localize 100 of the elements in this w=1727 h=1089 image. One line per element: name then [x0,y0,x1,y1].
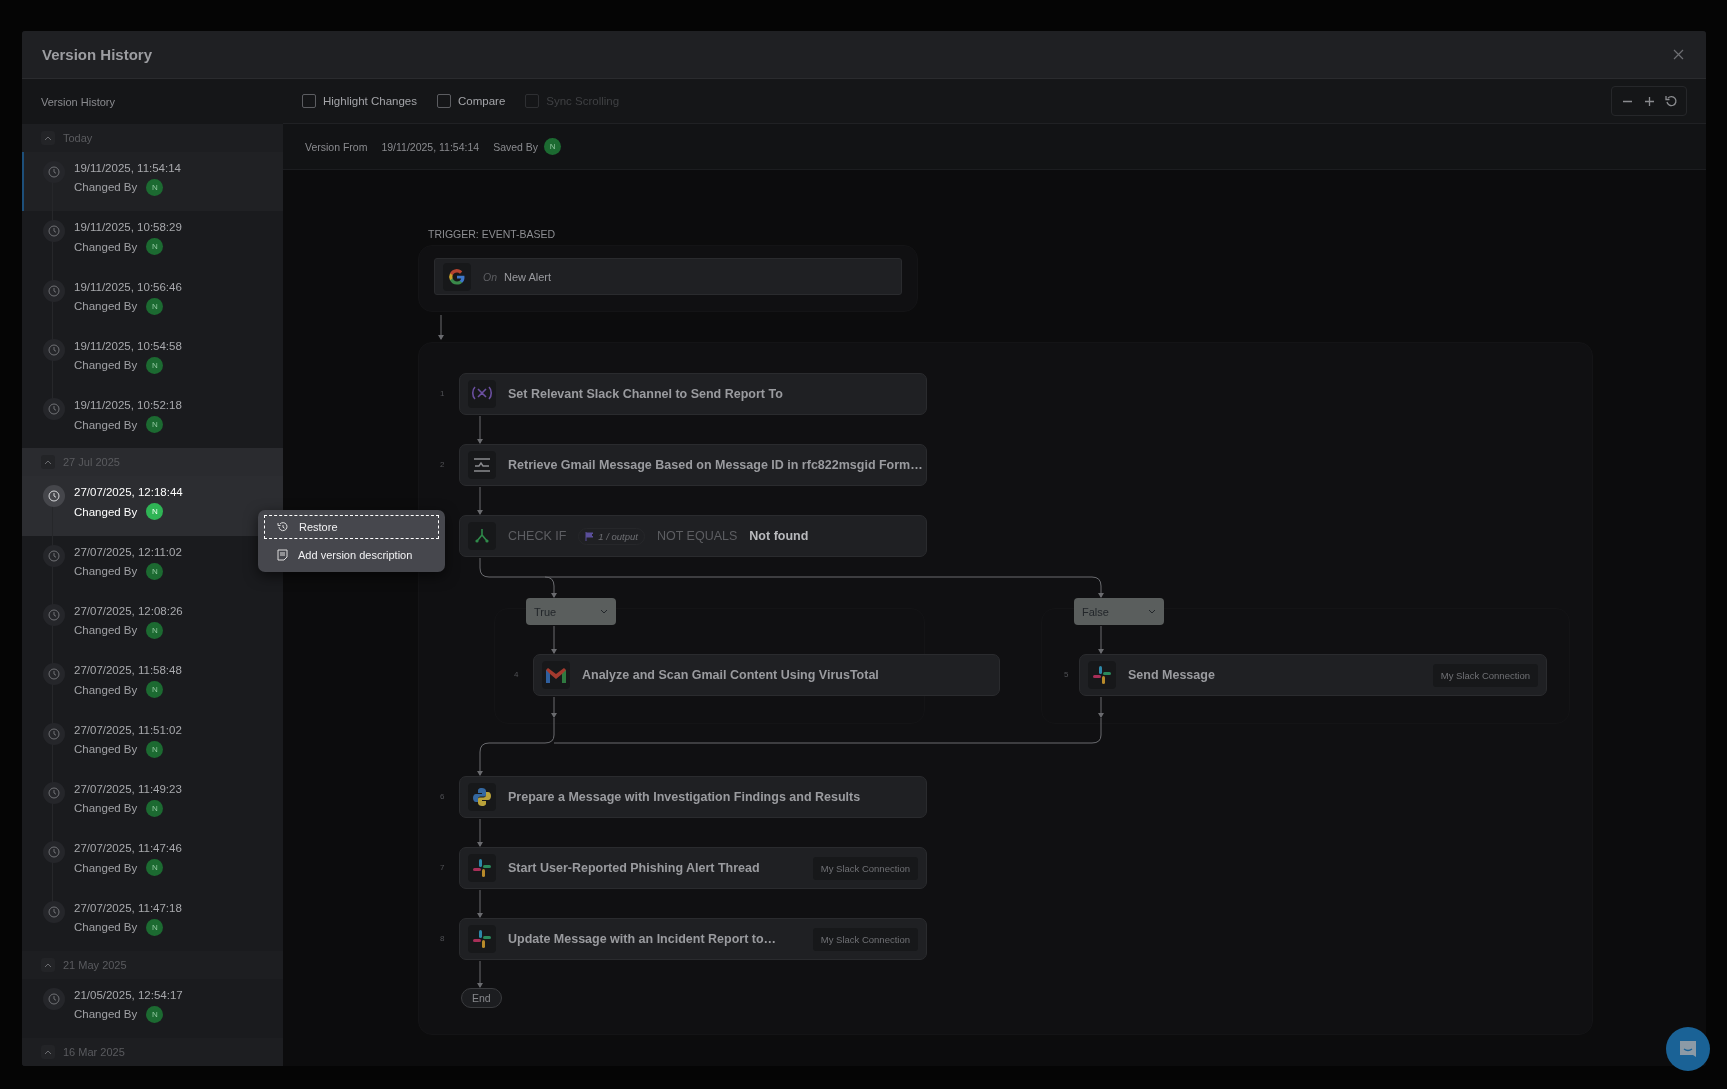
clock-icon [43,722,65,745]
connector-arrow [477,486,483,515]
flag-icon [585,531,595,541]
version-item[interactable]: 27/07/2025, 11:49:23 Changed By N [22,772,283,833]
plus-icon [1643,95,1655,107]
clock-icon [43,900,65,923]
user-avatar: N [146,238,164,256]
clock-icon [43,841,65,864]
trigger-node[interactable]: On New Alert [434,258,902,295]
user-avatar: N [146,621,164,639]
connector-arrow [477,818,483,847]
clock-icon [43,398,65,421]
workflow-step[interactable]: Update Message with an Incident Report to… My Slack Connection [459,918,927,960]
toolbar-checkbox[interactable]: Compare [437,94,506,108]
version-item[interactable]: 27/07/2025, 11:47:46 Changed By N [22,832,283,892]
condition-value: Not found [749,529,810,543]
version-timestamp: 27/07/2025, 11:58:48 [74,664,182,677]
step-title: Set Relevant Slack Channel to Send Report To [508,387,784,401]
user-avatar: N [146,178,164,196]
user-avatar: N [146,918,164,936]
version-item[interactable]: 19/11/2025, 10:58:29 Changed By N [22,211,283,271]
workflow-step[interactable]: Send Message My Slack Connection [1079,654,1547,696]
connector-arrow [477,960,483,988]
trigger-title: New Alert [504,270,552,283]
clock-icon [43,220,65,243]
connection-tag: My Slack Connection [812,927,918,951]
version-timestamp: 27/07/2025, 12:11:02 [74,545,182,558]
changed-by-label: Changed By [74,181,138,194]
workflow-step[interactable]: Retrieve Gmail Message Based on Message ID in rfc822msgid Form… [459,444,927,486]
version-timestamp: 19/11/2025, 10:52:18 [74,399,182,412]
changed-by-label: Changed By [74,802,138,815]
clock-icon [43,603,65,626]
version-from-label: Version From [305,140,368,153]
connection-tag: My Slack Connection [812,856,918,880]
user-avatar: N [544,138,562,155]
version-timestamp: 27/07/2025, 11:47:46 [74,842,182,855]
step-title: Analyze and Scan Gmail Content Using VirusTotal [582,668,880,682]
version-timestamp: 19/11/2025, 10:54:58 [74,339,182,352]
step-number: 7 [440,863,445,872]
workflow-step[interactable]: Analyze and Scan Gmail Content Using VirusTotal [533,654,1000,696]
version-item[interactable]: 19/11/2025, 10:54:58 Changed By N [22,329,283,390]
chat-button[interactable] [1666,1027,1710,1071]
caret-icon [1148,608,1156,615]
connector-arrow [1098,625,1104,654]
changed-by-label: Changed By [74,861,138,874]
clock-icon [43,279,65,302]
version-timestamp: 27/07/2025, 12:18:44 [74,486,183,499]
version-timestamp: 19/11/2025, 10:58:29 [74,221,182,234]
branch-icon [474,528,490,544]
step-title: Update Message with an Incident Report to… [508,932,778,946]
clock-icon [43,663,65,686]
version-from-value: 19/11/2025, 11:54:14 [381,140,480,153]
user-avatar: N [146,799,164,817]
close-button[interactable] [1671,47,1686,62]
workflow-step[interactable]: Set Relevant Slack Channel to Send Report To [459,373,927,415]
user-avatar: N [146,740,164,758]
version-item[interactable]: 19/11/2025, 10:52:18 Changed By N [22,389,283,449]
sidebar-title: Version History [41,95,115,108]
changed-by-label: Changed By [74,300,138,312]
connector-arrow [477,415,483,444]
dialog-title: Version History [42,46,153,63]
trigger-label: TRIGGER: EVENT-BASED [428,228,556,240]
user-avatar: N [146,681,164,699]
user-avatar: N [146,297,164,315]
version-timestamp: 27/07/2025, 11:51:02 [74,723,182,736]
version-item[interactable]: 27/07/2025, 12:08:26 Changed By N [22,594,283,655]
connector-arrow [438,314,444,340]
changed-by-label: Changed By [74,1008,138,1021]
workflow-step[interactable]: Prepare a Message with Investigation Findings and Results [459,776,927,818]
user-avatar: N [146,503,164,521]
version-item[interactable]: 19/11/2025, 11:54:14 Changed By N [22,151,283,212]
caret-icon [600,608,608,615]
google-logo-icon [448,267,466,286]
changed-by-label: Changed By [74,921,138,934]
changed-by-label: Changed By [74,418,138,431]
menu-item[interactable]: Restore [264,515,439,539]
changed-by-label: Changed By [74,240,138,253]
changed-by-label: Changed By [74,565,138,578]
clock-icon [43,338,65,361]
version-item[interactable]: 27/07/2025, 11:58:48 Changed By N [22,654,283,714]
step-number: 1 [440,389,445,398]
clock-icon [43,485,65,508]
version-item[interactable]: 19/11/2025, 10:56:46 Changed By N [22,270,283,330]
condition-step[interactable]: CHECK IF 1 / output NOT EQUALS Not found [459,515,927,557]
user-avatar: N [146,859,164,877]
version-item[interactable]: 27/07/2025, 11:51:02 Changed By N [22,713,283,773]
clock-icon [43,160,65,183]
workflow-step[interactable]: Start User-Reported Phishing Alert Thread My Slack Connection [459,847,927,889]
version-item[interactable]: 21/05/2025, 12:54:17 Changed By N [22,978,283,1039]
toolbar-checkbox[interactable]: Highlight Changes [302,94,417,108]
connector-arrow [551,625,557,654]
step-title: Prepare a Message with Investigation Findings and Results [508,790,862,804]
gmail-logo-icon [545,666,567,684]
note-icon [277,549,288,561]
step-title: Start User-Reported Phishing Alert Thread [508,861,761,875]
condition-operator: NOT EQUALS [656,529,738,543]
version-item[interactable]: 27/07/2025, 12:18:44 Changed By N [22,476,283,536]
clock-icon [43,987,65,1010]
changed-by-label: Changed By [74,743,138,756]
version-item[interactable]: 27/07/2025, 11:47:18 Changed By N [22,891,283,951]
